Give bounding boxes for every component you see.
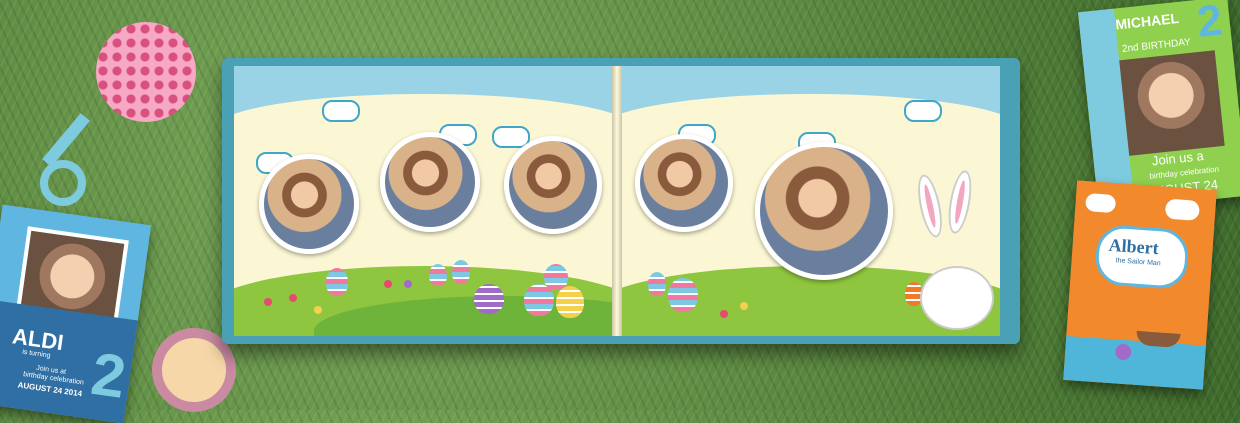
easter-egg-icon: [648, 272, 666, 296]
rattle-icon: [96, 22, 196, 122]
bunny-ear: [944, 168, 976, 236]
easter-egg-icon: [556, 286, 584, 318]
flower-icon: [384, 280, 392, 288]
invitation-card-albert: Albert the Sailor Man: [1063, 180, 1217, 390]
photo-circle-5-family: [755, 142, 893, 280]
card-digit: 2: [1195, 0, 1225, 47]
easter-egg-icon: [326, 268, 348, 296]
card-name: Albert: [1108, 234, 1160, 259]
card-name: MICHAEL: [1114, 9, 1180, 33]
easter-egg-icon: [452, 260, 470, 284]
photo-circle-4: [635, 134, 733, 232]
card-subtitle: 2nd BIRTHDAY: [1121, 36, 1192, 55]
flower-icon: [404, 280, 412, 288]
album-spine: [612, 66, 622, 336]
easter-egg-icon: [544, 264, 568, 290]
photo-album: [222, 58, 1020, 344]
card-photo: [1119, 50, 1225, 156]
easter-egg-icon: [429, 264, 447, 286]
album-right-page: [620, 66, 1000, 336]
invitation-card-aldi: ALDI is turning Join us at birthday cele…: [0, 204, 152, 423]
photo-circle-3: [504, 136, 602, 234]
cloud-icon: [1164, 198, 1201, 221]
card-sea: [1063, 335, 1206, 390]
bunny-icon: [920, 266, 994, 330]
cloud-icon: [322, 100, 360, 122]
easter-egg-icon: [668, 278, 698, 312]
cloud-icon: [904, 100, 942, 122]
flower-icon: [289, 294, 297, 302]
photo-circle-1: [259, 154, 359, 254]
invitation-card-michael: MICHAEL 2nd BIRTHDAY 2 Join us a birthda…: [1077, 0, 1240, 212]
photo-circle-2: [380, 132, 480, 232]
flower-icon: [314, 306, 322, 314]
rattle-ring: [40, 160, 86, 206]
album-left-page: [234, 66, 614, 336]
flower-icon: [264, 298, 272, 306]
bunny-ear-inner: [953, 179, 967, 225]
rattle-handle: [42, 113, 90, 167]
bunny-ear-inner: [922, 183, 938, 229]
cloud-icon: [1085, 193, 1117, 214]
flower-icon: [740, 302, 748, 310]
flower-icon: [720, 310, 728, 318]
bunny-ear: [913, 172, 947, 240]
easter-egg-icon: [474, 284, 504, 314]
